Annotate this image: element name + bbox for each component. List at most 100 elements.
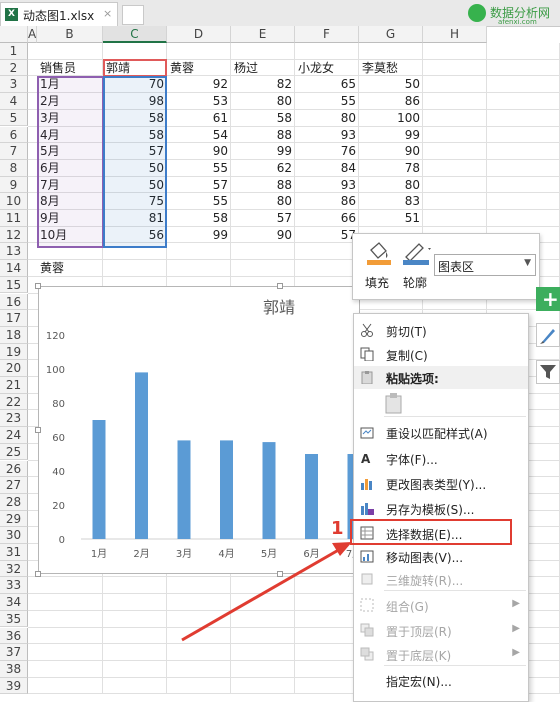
menu-item-save-template[interactable]: 另存为模板(S)... bbox=[354, 497, 528, 520]
cell[interactable]: 黄蓉 bbox=[40, 260, 103, 277]
chart-resize-handle[interactable] bbox=[35, 283, 41, 289]
cell[interactable]: 86 bbox=[359, 93, 423, 110]
menu-item-macro[interactable]: 指定宏(N)... bbox=[354, 669, 528, 692]
row-header-24[interactable]: 24 bbox=[0, 427, 28, 444]
row-header-22[interactable]: 22 bbox=[0, 393, 28, 411]
chart-resize-handle[interactable] bbox=[35, 571, 41, 577]
cell[interactable]: 86 bbox=[295, 193, 359, 210]
column-header-c[interactable]: C bbox=[103, 26, 167, 43]
row-header-37[interactable]: 37 bbox=[0, 644, 28, 661]
cell[interactable]: 销售员 bbox=[40, 60, 103, 77]
cell[interactable]: 杨过 bbox=[234, 60, 295, 77]
cell[interactable]: 57 bbox=[295, 227, 359, 244]
cell[interactable]: 83 bbox=[359, 193, 423, 210]
paste-option-button[interactable] bbox=[384, 392, 404, 414]
row-header-7[interactable]: 7 bbox=[0, 143, 28, 160]
row-header-38[interactable]: 38 bbox=[0, 660, 28, 678]
row-header-2[interactable]: 2 bbox=[0, 59, 28, 77]
row-header-20[interactable]: 20 bbox=[0, 360, 28, 377]
cell[interactable]: 90 bbox=[167, 143, 231, 160]
cell[interactable]: 65 bbox=[295, 76, 359, 93]
menu-item-chart-type[interactable]: 更改图表类型(Y)... bbox=[354, 472, 528, 495]
cell[interactable]: 99 bbox=[231, 143, 295, 160]
cell[interactable]: 53 bbox=[167, 93, 231, 110]
cell[interactable]: 55 bbox=[295, 93, 359, 110]
cell[interactable]: 80 bbox=[295, 110, 359, 127]
cell[interactable]: 57 bbox=[167, 177, 231, 194]
workbook-tab[interactable]: X 动态图1.xlsx × bbox=[0, 2, 118, 26]
select-all-corner[interactable] bbox=[0, 26, 28, 43]
cell[interactable]: 76 bbox=[295, 143, 359, 160]
cell[interactable]: 小龙女 bbox=[298, 60, 359, 77]
cell[interactable]: 88 bbox=[231, 177, 295, 194]
row-header-25[interactable]: 25 bbox=[0, 443, 28, 461]
cell[interactable]: 80 bbox=[231, 193, 295, 210]
cell[interactable]: 92 bbox=[167, 76, 231, 93]
column-header-e[interactable]: E bbox=[231, 26, 295, 43]
row-header-3[interactable]: 3 bbox=[0, 76, 28, 94]
column-header-g[interactable]: G bbox=[359, 26, 423, 43]
cell[interactable]: 李莫愁 bbox=[362, 60, 423, 77]
chart-resize-handle[interactable] bbox=[35, 427, 41, 433]
chart-elements-button[interactable]: + bbox=[536, 287, 560, 311]
cell[interactable]: 93 bbox=[295, 177, 359, 194]
row-header-27[interactable]: 27 bbox=[0, 477, 28, 494]
menu-item-move-chart[interactable]: 移动图表(V)... bbox=[354, 545, 528, 568]
row-header-18[interactable]: 18 bbox=[0, 326, 28, 344]
cell[interactable]: 99 bbox=[167, 227, 231, 244]
cell[interactable]: 50 bbox=[359, 76, 423, 93]
row-header-13[interactable]: 13 bbox=[0, 243, 28, 261]
row-header-26[interactable]: 26 bbox=[0, 460, 28, 478]
row-header-8[interactable]: 8 bbox=[0, 159, 28, 177]
chart-element-dropdown[interactable]: 图表区 ▼ bbox=[434, 254, 536, 276]
row-header-29[interactable]: 29 bbox=[0, 510, 28, 528]
row-header-19[interactable]: 19 bbox=[0, 343, 28, 361]
menu-item-reset-style[interactable]: 重设以匹配样式(A) bbox=[354, 421, 528, 444]
column-header-a[interactable]: A bbox=[28, 26, 37, 43]
row-header-16[interactable]: 16 bbox=[0, 293, 28, 311]
cell[interactable]: 99 bbox=[359, 127, 423, 144]
chart-filters-button[interactable] bbox=[536, 360, 560, 384]
row-header-6[interactable]: 6 bbox=[0, 126, 28, 144]
row-header-28[interactable]: 28 bbox=[0, 493, 28, 511]
new-tab-button[interactable] bbox=[122, 5, 144, 25]
cell[interactable]: 84 bbox=[295, 160, 359, 177]
chart-resize-handle[interactable] bbox=[277, 571, 283, 577]
cell[interactable]: 55 bbox=[167, 160, 231, 177]
cell[interactable]: 61 bbox=[167, 110, 231, 127]
row-header-14[interactable]: 14 bbox=[0, 260, 28, 277]
row-header-11[interactable]: 11 bbox=[0, 210, 28, 227]
column-header-b[interactable]: B bbox=[37, 26, 103, 43]
row-header-34[interactable]: 34 bbox=[0, 594, 28, 611]
row-header-23[interactable]: 23 bbox=[0, 410, 28, 428]
fill-button[interactable]: 填充 bbox=[361, 240, 401, 296]
row-header-35[interactable]: 35 bbox=[0, 610, 28, 628]
cell[interactable]: 57 bbox=[231, 210, 295, 227]
cell[interactable]: 55 bbox=[167, 193, 231, 210]
row-header-32[interactable]: 32 bbox=[0, 560, 28, 578]
row-header-9[interactable]: 9 bbox=[0, 176, 28, 194]
row-header-10[interactable]: 10 bbox=[0, 193, 28, 210]
row-header-39[interactable]: 39 bbox=[0, 677, 28, 695]
menu-item-font[interactable]: A 字体(F)... bbox=[354, 447, 528, 470]
cell[interactable]: 54 bbox=[167, 127, 231, 144]
cell[interactable]: 100 bbox=[359, 110, 423, 127]
row-header-15[interactable]: 15 bbox=[0, 276, 28, 294]
column-header-f[interactable]: F bbox=[295, 26, 359, 43]
outline-button[interactable]: 轮廓 bbox=[399, 240, 439, 296]
cell[interactable]: 93 bbox=[295, 127, 359, 144]
row-header-1[interactable]: 1 bbox=[0, 43, 28, 60]
cell[interactable]: 80 bbox=[231, 93, 295, 110]
row-header-17[interactable]: 17 bbox=[0, 310, 28, 327]
column-header-h[interactable]: H bbox=[423, 26, 487, 43]
row-header-33[interactable]: 33 bbox=[0, 577, 28, 595]
row-header-12[interactable]: 12 bbox=[0, 226, 28, 244]
chart-resize-handle[interactable] bbox=[277, 283, 283, 289]
cell[interactable]: 88 bbox=[231, 127, 295, 144]
row-header-30[interactable]: 30 bbox=[0, 527, 28, 544]
cell[interactable]: 82 bbox=[231, 76, 295, 93]
row-header-4[interactable]: 4 bbox=[0, 93, 28, 110]
close-tab-icon[interactable]: × bbox=[103, 7, 112, 20]
menu-item-copy[interactable]: 复制(C) bbox=[354, 343, 528, 366]
menu-item-scissors[interactable]: 剪切(T) bbox=[354, 319, 528, 342]
